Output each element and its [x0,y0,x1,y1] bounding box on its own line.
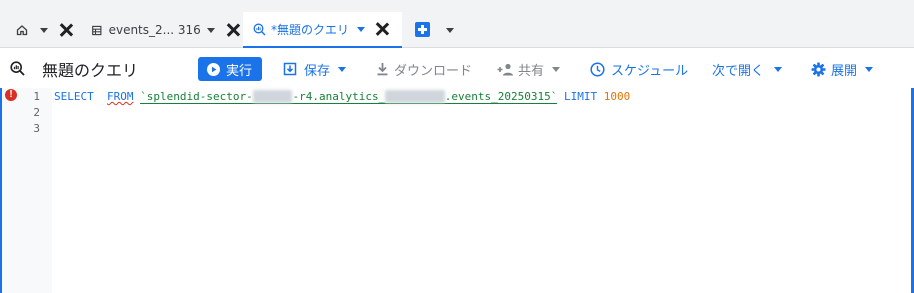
redacted-text: xxxxxxxxx [385,90,445,103]
home-icon [16,25,28,36]
tab-untitled-query[interactable]: *無題のクエリ [243,12,402,48]
close-icon[interactable] [59,23,73,37]
redacted-text: xxxxxx [252,90,293,103]
clock-icon [590,61,605,77]
keyword-limit: LIMIT [564,90,598,103]
save-button-label: 保存 [304,63,331,79]
play-icon [207,62,220,76]
query-icon [253,23,266,36]
query-icon [10,61,25,76]
table-icon [92,25,102,35]
save-icon [283,62,297,76]
deploy-button[interactable]: 展開 [811,59,874,79]
gear-icon [811,62,826,76]
table-reference: `splendid-sector-xxxxxx-r4.analytics_xxx… [140,90,558,104]
tab-home[interactable] [10,12,80,48]
download-icon [377,63,388,76]
line-number: 2 [33,106,40,119]
open-in-button-label: 次で開く [712,63,765,79]
line-number: 3 [33,122,40,135]
line-number: 1 [33,90,40,103]
tab-strip: events_2... 316 *無題のクエリ [0,0,914,48]
query-toolbar: 無題のクエリ 実行 保存 ダウンロード 共有 スケジュール 次で開く 展開 [0,48,914,88]
chevron-down-icon[interactable] [338,66,347,72]
share-button-label: 共有 [518,63,545,79]
chevron-down-icon[interactable] [357,26,366,32]
run-button[interactable]: 実行 [198,57,262,81]
page-title: 無題のクエリ [42,61,139,80]
add-person-icon [497,63,513,75]
code-line[interactable]: SELECT FROM `splendid-sector-xxxxxx-r4.a… [54,90,631,104]
tab-label: events_2... 316 [108,23,201,37]
tab-events-table[interactable]: events_2... 316 [88,12,238,48]
schedule-button-label: スケジュール [611,63,689,79]
error-icon[interactable]: ! [5,89,17,101]
table-reference-part: -r4.analytics_ [292,90,386,103]
add-tab-icon[interactable] [415,22,430,37]
chevron-down-icon[interactable] [206,27,215,33]
table-reference-part: .events_20250315` [444,90,558,103]
deploy-button-label: 展開 [831,63,858,79]
chevron-down-icon[interactable] [865,66,874,72]
keyword-select: SELECT [54,90,94,103]
download-button[interactable]: ダウンロード [376,59,472,79]
table-reference-part: `splendid-sector- [140,90,253,103]
tab-label: *無題のクエリ [271,22,350,37]
keyword-from: FROM [107,90,134,103]
download-button-label: ダウンロード [394,63,473,79]
line-number-gutter: ! 1 2 3 [2,88,52,293]
chevron-down-icon[interactable] [774,66,783,72]
close-icon[interactable] [226,23,238,37]
save-button[interactable]: 保存 [283,59,347,79]
schedule-button[interactable]: スケジュール [590,59,688,79]
chevron-down-icon[interactable] [552,66,561,72]
code-area[interactable] [52,88,911,293]
chevron-down-icon[interactable] [40,27,48,33]
open-in-button[interactable]: 次で開く [712,59,783,79]
run-button-label: 実行 [226,63,253,79]
close-icon[interactable] [375,22,389,36]
sql-editor[interactable]: ! 1 2 3 SELECT FROM `splendid-sector-xxx… [0,88,914,293]
limit-value: 1000 [603,90,631,103]
chevron-down-icon[interactable] [446,28,454,33]
share-button[interactable]: 共有 [497,59,561,79]
